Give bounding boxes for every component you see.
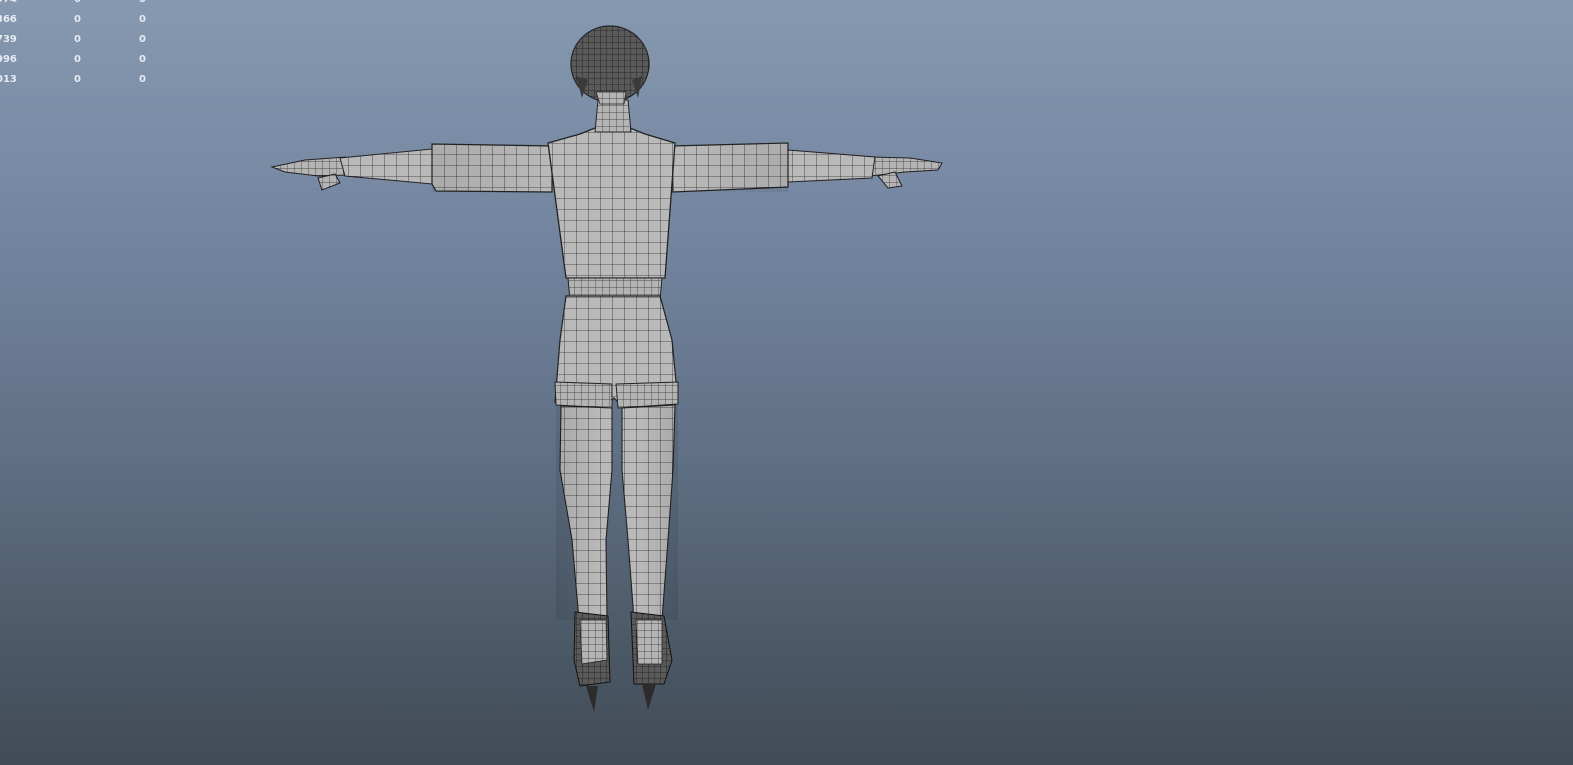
- left-skate: [573, 611, 611, 712]
- right-skate: [630, 611, 673, 710]
- left-forearm: [339, 148, 433, 185]
- right-forearm: [787, 149, 876, 183]
- head: [570, 25, 650, 105]
- 3d-viewport[interactable]: 974 0 0 366 0 0 739 0 0 996 0 0 013 0 0: [0, 0, 1573, 765]
- shorts-cuff-left: [554, 381, 613, 409]
- right-hand: [869, 156, 943, 189]
- left-hand: [270, 156, 347, 191]
- jacket: [547, 127, 676, 279]
- shorts-cuff-right: [615, 381, 679, 409]
- neck: [594, 99, 632, 133]
- character-wireframe-mesh-icon[interactable]: [0, 0, 1573, 765]
- leg-shade: [556, 406, 678, 620]
